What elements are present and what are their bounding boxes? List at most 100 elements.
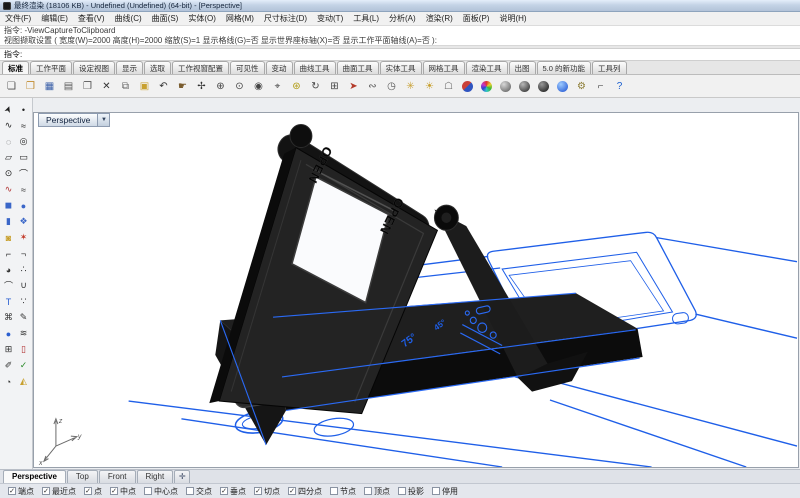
toolbar-icon[interactable]: ➤ — [345, 78, 362, 95]
palette-tool-icon[interactable]: ◼ — [1, 198, 16, 213]
osnap-checkbox[interactable] — [254, 487, 262, 495]
palette-tool-icon[interactable]: ✶ — [16, 230, 31, 245]
viewport-canvas[interactable]: OPEN OPEN — [34, 113, 798, 467]
menu-item[interactable]: 网格(M) — [221, 12, 259, 25]
osnap-checkbox[interactable] — [398, 487, 406, 495]
toolbar-tab[interactable]: 显示 — [116, 61, 143, 74]
toolbar-icon[interactable]: ◷ — [383, 78, 400, 95]
palette-tool-icon[interactable]: ∪ — [16, 278, 31, 293]
menu-item[interactable]: 渲染(R) — [421, 12, 458, 25]
toolbar-tab[interactable]: 选取 — [144, 61, 171, 74]
toolbar-icon[interactable]: ❏ — [3, 78, 20, 95]
toolbar-icon[interactable]: ☛ — [174, 78, 191, 95]
osnap-checkbox[interactable] — [42, 487, 50, 495]
palette-tool-icon[interactable]: ❖ — [16, 214, 31, 229]
menu-item[interactable]: 查看(V) — [73, 12, 110, 25]
toolbar-tab[interactable]: 5.0 的新功能 — [537, 61, 592, 74]
osnap-toggle[interactable]: 投影 — [398, 486, 424, 497]
osnap-checkbox[interactable] — [8, 487, 16, 495]
osnap-toggle[interactable]: 点 — [84, 486, 102, 497]
osnap-checkbox[interactable] — [144, 487, 152, 495]
menu-item[interactable]: 曲线(C) — [110, 12, 147, 25]
toolbar-icon[interactable]: ✕ — [98, 78, 115, 95]
viewport-title-tab[interactable]: Perspective ▼ — [38, 113, 110, 127]
toolbar-icon[interactable]: ⊞ — [326, 78, 343, 95]
palette-tool-icon[interactable]: ⊞ — [1, 342, 16, 357]
toolbar-tab[interactable]: 出图 — [509, 61, 536, 74]
palette-tool-icon[interactable]: ≈ — [16, 118, 31, 133]
add-viewport-button[interactable]: ✛ — [174, 470, 190, 483]
toolbar-tab[interactable]: 变动 — [266, 61, 293, 74]
toolbar-tab[interactable]: 渲染工具 — [466, 61, 508, 74]
viewport-tab[interactable]: Right — [137, 470, 174, 483]
palette-tool-icon[interactable]: ≋ — [16, 326, 31, 341]
toolbar-icon[interactable]: ↻ — [307, 78, 324, 95]
osnap-toggle[interactable]: 最近点 — [42, 486, 76, 497]
osnap-checkbox[interactable] — [432, 487, 440, 495]
palette-tool-icon[interactable]: ∿ — [1, 182, 16, 197]
palette-tool-icon[interactable]: T — [1, 294, 16, 309]
toolbar-icon[interactable] — [516, 78, 533, 95]
osnap-toggle[interactable]: 垂点 — [220, 486, 246, 497]
osnap-toggle[interactable]: 节点 — [330, 486, 356, 497]
palette-tool-icon[interactable]: ◔ — [1, 374, 16, 389]
toolbar-icon[interactable] — [459, 78, 476, 95]
toolbar-icon[interactable]: ⌖ — [269, 78, 286, 95]
toolbar-icon[interactable]: ▤ — [60, 78, 77, 95]
menu-item[interactable]: 文件(F) — [0, 12, 36, 25]
osnap-toggle[interactable]: 端点 — [8, 486, 34, 497]
palette-tool-icon[interactable]: ⌒ — [16, 166, 31, 181]
toolbar-icon[interactable]: ☀ — [421, 78, 438, 95]
toolbar-tab[interactable]: 工具列 — [592, 61, 627, 74]
toolbar-icon[interactable]: ? — [611, 78, 628, 95]
menu-item[interactable]: 曲面(S) — [147, 12, 184, 25]
palette-tool-icon[interactable]: ◙ — [1, 230, 16, 245]
palette-tool-icon[interactable]: ▭ — [16, 150, 31, 165]
osnap-checkbox[interactable] — [330, 487, 338, 495]
osnap-toggle[interactable]: 四分点 — [288, 486, 322, 497]
osnap-toggle[interactable]: 顶点 — [364, 486, 390, 497]
toolbar-tab[interactable]: 可见性 — [230, 61, 265, 74]
osnap-toggle[interactable]: 切点 — [254, 486, 280, 497]
palette-tool-icon[interactable]: ✐ — [1, 358, 16, 373]
palette-tool-icon[interactable]: ◭ — [16, 374, 31, 389]
palette-tool-icon[interactable]: ● — [16, 198, 31, 213]
osnap-checkbox[interactable] — [364, 487, 372, 495]
chevron-down-icon[interactable]: ▼ — [98, 113, 110, 127]
osnap-checkbox[interactable] — [110, 487, 118, 495]
toolbar-icon[interactable]: ❐ — [79, 78, 96, 95]
menu-item[interactable]: 面板(P) — [458, 12, 495, 25]
menu-item[interactable]: 编辑(E) — [36, 12, 73, 25]
toolbar-tab[interactable]: 曲线工具 — [294, 61, 336, 74]
osnap-toggle[interactable]: 中心点 — [144, 486, 178, 497]
command-prompt-input[interactable]: 指令: — [0, 48, 800, 61]
toolbar-icon[interactable]: ⚙ — [573, 78, 590, 95]
toolbar-icon[interactable]: ❒ — [22, 78, 39, 95]
viewport-tab[interactable]: Perspective — [3, 470, 66, 483]
toolbar-icon[interactable]: ⊙ — [231, 78, 248, 95]
menu-item[interactable]: 分析(A) — [384, 12, 421, 25]
osnap-toggle[interactable]: 停用 — [432, 486, 458, 497]
osnap-toggle[interactable]: 中点 — [110, 486, 136, 497]
palette-tool-icon[interactable]: ≈ — [16, 182, 31, 197]
osnap-checkbox[interactable] — [84, 487, 92, 495]
toolbar-tab[interactable]: 工作平面 — [30, 61, 72, 74]
menu-item[interactable]: 尺寸标注(D) — [259, 12, 312, 25]
toolbar-icon[interactable]: ↶ — [155, 78, 172, 95]
command-history[interactable]: 指令: -ViewCaptureToClipboard 视图撷取设置 ( 宽度(… — [0, 26, 800, 46]
palette-tool-icon[interactable]: ∿ — [1, 118, 16, 133]
palette-tool-icon[interactable]: ▯ — [16, 342, 31, 357]
palette-tool-icon[interactable]: ⌒ — [1, 278, 16, 293]
toolbar-tab[interactable]: 曲面工具 — [337, 61, 379, 74]
palette-tool-icon[interactable]: ⊙ — [1, 166, 16, 181]
toolbar-icon[interactable]: ⌐ — [592, 78, 609, 95]
palette-tool-icon[interactable]: ▮ — [1, 214, 16, 229]
toolbar-icon[interactable]: ⧉ — [117, 78, 134, 95]
toolbar-icon[interactable] — [497, 78, 514, 95]
menu-item[interactable]: 实体(O) — [183, 12, 221, 25]
toolbar-icon[interactable]: ✳ — [402, 78, 419, 95]
toolbar-icon[interactable]: ☖ — [440, 78, 457, 95]
palette-tool-icon[interactable]: ⌘ — [1, 310, 16, 325]
toolbar-icon[interactable]: ⊕ — [212, 78, 229, 95]
menu-item[interactable]: 变动(T) — [312, 12, 348, 25]
